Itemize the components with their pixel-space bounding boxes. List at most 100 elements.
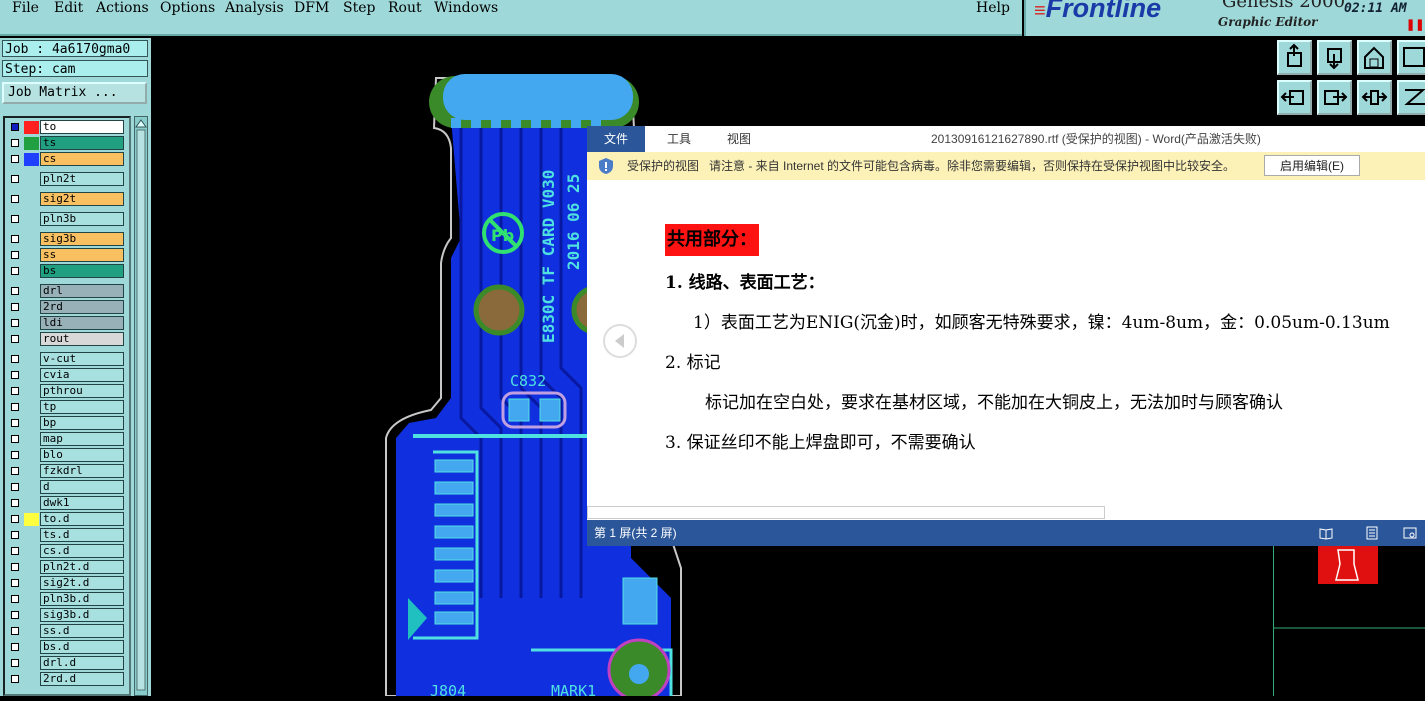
layer-color-swatch[interactable] (24, 285, 39, 298)
toolbar-panel-icon[interactable] (1397, 40, 1425, 75)
layer-checkbox[interactable] (11, 595, 19, 603)
layer-checkbox[interactable] (11, 563, 19, 571)
layer-color-swatch[interactable] (24, 173, 39, 186)
layer-checkbox[interactable] (11, 419, 19, 427)
layer-row[interactable]: pln2t.d (7, 560, 126, 575)
read-mode-icon[interactable] (1319, 526, 1333, 540)
menu-actions[interactable]: Actions (96, 0, 149, 16)
layer-row[interactable]: ts.d (7, 528, 126, 543)
layer-color-swatch[interactable] (24, 577, 39, 590)
layer-name[interactable]: pln3b.d (40, 592, 124, 606)
layer-color-swatch[interactable] (24, 301, 39, 314)
layer-checkbox[interactable] (11, 303, 19, 311)
layer-row[interactable]: ts (7, 136, 126, 151)
horizontal-scrollbar[interactable] (587, 506, 1105, 519)
tab-view[interactable]: 视图 (715, 126, 763, 152)
layer-checkbox[interactable] (11, 627, 19, 635)
layer-name[interactable]: cs.d (40, 544, 124, 558)
layer-color-swatch[interactable] (24, 481, 39, 494)
layer-name[interactable]: blo (40, 448, 124, 462)
layer-name[interactable]: rout (40, 332, 124, 346)
layer-color-swatch[interactable] (24, 529, 39, 542)
layer-row[interactable]: blo (7, 448, 126, 463)
layer-checkbox[interactable] (11, 611, 19, 619)
toolbar-right-icon[interactable] (1317, 80, 1352, 115)
layer-checkbox[interactable] (11, 123, 19, 131)
pause-icon[interactable]: ❚❚ (1406, 18, 1424, 31)
layer-name[interactable]: ts.d (40, 528, 124, 542)
layer-color-swatch[interactable] (24, 385, 39, 398)
layer-name[interactable]: ldi (40, 316, 124, 330)
layer-row[interactable]: sig2t.d (7, 576, 126, 591)
layer-name[interactable]: fzkdrl (40, 464, 124, 478)
layer-color-swatch[interactable] (24, 265, 39, 278)
web-layout-icon[interactable] (1403, 526, 1417, 540)
layer-name[interactable]: pln3b (40, 212, 124, 226)
layer-name[interactable]: ss (40, 248, 124, 262)
layer-checkbox[interactable] (11, 579, 19, 587)
layer-color-swatch[interactable] (24, 497, 39, 510)
layer-color-swatch[interactable] (24, 317, 39, 330)
layer-name[interactable]: pthrou (40, 384, 124, 398)
layer-checkbox[interactable] (11, 319, 19, 327)
menu-step[interactable]: Step (343, 0, 375, 16)
menu-options[interactable]: Options (160, 0, 215, 16)
layer-color-swatch[interactable] (24, 193, 39, 206)
layer-color-swatch[interactable] (24, 609, 39, 622)
layer-name[interactable]: cvia (40, 368, 124, 382)
layer-color-swatch[interactable] (24, 401, 39, 414)
layer-name[interactable]: sig3b.d (40, 608, 124, 622)
layer-row[interactable]: drl.d (7, 656, 126, 671)
layer-name[interactable]: v-cut (40, 352, 124, 366)
layer-color-swatch[interactable] (24, 417, 39, 430)
layer-checkbox[interactable] (11, 139, 19, 147)
layer-color-swatch[interactable] (24, 213, 39, 226)
layer-checkbox[interactable] (11, 251, 19, 259)
layer-color-swatch[interactable] (24, 433, 39, 446)
layer-checkbox[interactable] (11, 643, 19, 651)
print-layout-icon[interactable] (1365, 526, 1379, 540)
layer-row[interactable]: cs.d (7, 544, 126, 559)
layer-checkbox[interactable] (11, 515, 19, 523)
layer-color-swatch[interactable] (24, 249, 39, 262)
layer-color-swatch[interactable] (24, 561, 39, 574)
toolbar-zigzag-icon[interactable] (1397, 80, 1425, 115)
layer-color-swatch[interactable] (24, 513, 39, 526)
layer-row[interactable]: to (7, 120, 126, 135)
layer-checkbox[interactable] (11, 335, 19, 343)
overview-map[interactable] (1273, 546, 1425, 696)
layer-name[interactable]: map (40, 432, 124, 446)
layer-row[interactable]: pln2t (7, 172, 126, 187)
tab-tools[interactable]: 工具 (655, 126, 703, 152)
menu-analysis[interactable]: Analysis (225, 0, 284, 16)
toolbar-swap-icon[interactable] (1357, 80, 1392, 115)
layer-color-swatch[interactable] (24, 657, 39, 670)
enable-editing-button[interactable]: 启用编辑(E) (1264, 155, 1360, 176)
layer-color-swatch[interactable] (24, 137, 39, 150)
layer-row[interactable]: cs (7, 152, 126, 167)
layer-color-swatch[interactable] (24, 353, 39, 366)
layer-row[interactable]: bs (7, 264, 126, 279)
layer-checkbox[interactable] (11, 547, 19, 555)
layer-row[interactable]: sig3b.d (7, 608, 126, 623)
layer-color-swatch[interactable] (24, 233, 39, 246)
layer-row[interactable]: tp (7, 400, 126, 415)
layer-row[interactable]: v-cut (7, 352, 126, 367)
menu-help[interactable]: Help (976, 0, 1010, 16)
layer-name[interactable]: drl (40, 284, 124, 298)
layer-row[interactable]: d (7, 480, 126, 495)
toolbar-up-icon[interactable] (1277, 40, 1312, 75)
layer-checkbox[interactable] (11, 155, 19, 163)
layer-checkbox[interactable] (11, 451, 19, 459)
layer-checkbox[interactable] (11, 355, 19, 363)
layer-name[interactable]: tp (40, 400, 124, 414)
layer-checkbox[interactable] (11, 499, 19, 507)
layer-row[interactable]: 2rd (7, 300, 126, 315)
layer-row[interactable]: bp (7, 416, 126, 431)
layer-name[interactable]: bp (40, 416, 124, 430)
layer-name[interactable]: 2rd.d (40, 672, 124, 686)
layer-row[interactable]: to.d (7, 512, 126, 527)
job-matrix-button[interactable]: Job Matrix ... (2, 82, 147, 104)
layer-row[interactable]: sig3b (7, 232, 126, 247)
layer-color-swatch[interactable] (24, 121, 39, 134)
